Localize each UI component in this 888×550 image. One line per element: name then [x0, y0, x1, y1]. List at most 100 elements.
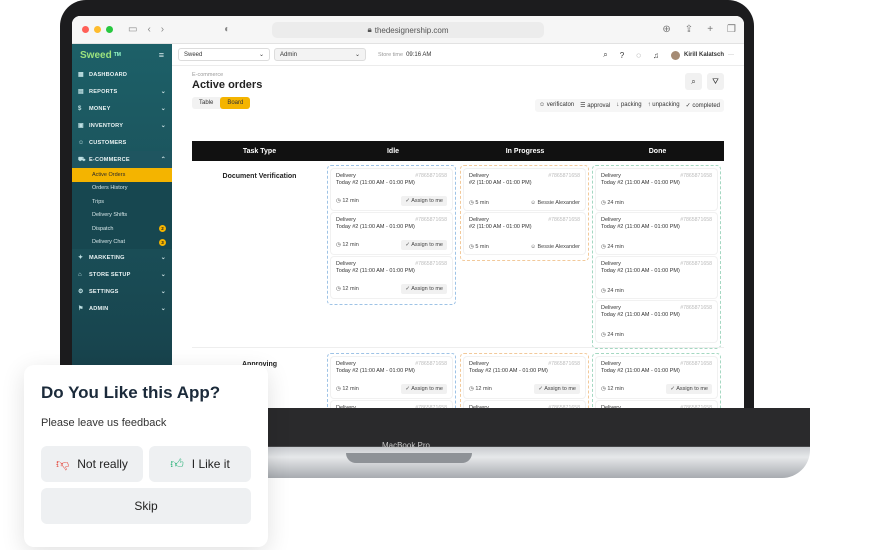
order-id: #7865871658: [680, 217, 712, 223]
cart-icon: ⛟: [78, 156, 86, 163]
legend-item-3[interactable]: ↑ unpacking: [648, 102, 680, 109]
more-icon[interactable]: ···: [728, 52, 734, 58]
sidebar-item-e-commerce[interactable]: ⛟ E-COMMERCE ⌃: [72, 151, 172, 168]
chevron-down-icon: ⌄: [160, 306, 166, 312]
action-label: Assign to me: [411, 286, 443, 292]
order-id: #7865871658: [548, 217, 580, 223]
help-icon[interactable]: ?: [620, 51, 624, 60]
assign-to-me-button[interactable]: ✓ Assign to me: [534, 384, 580, 394]
eta-value: 12 min: [607, 386, 624, 392]
sidebar-item-label: DASHBOARD: [89, 71, 128, 78]
order-card[interactable]: Delivery #7865871658 #2 (11:00 AM - 01:00 …: [464, 213, 585, 254]
sidebar-item-customers[interactable]: ☺ CUSTOMERS: [72, 134, 172, 151]
row-divider: [192, 347, 724, 348]
order-id: #7865871658: [415, 173, 447, 179]
address-bar[interactable]: 🔒︎ thedesignership.com: [272, 22, 544, 38]
sidebar-item-inventory[interactable]: ▣ INVENTORY ⌄: [72, 117, 172, 134]
close-window-button[interactable]: [82, 26, 89, 33]
sidebar-item-reports[interactable]: ▤ REPORTS ⌄: [72, 83, 172, 100]
card-footer: ◷ 12 min ✓ Assign to me: [336, 240, 447, 250]
assign-to-me-button[interactable]: ✓ Assign to me: [401, 196, 447, 206]
order-card[interactable]: Delivery#7865871658Today #2 (11:00 AM - …: [331, 169, 452, 210]
lock-icon: 🔒︎: [367, 25, 372, 34]
order-card[interactable]: Delivery#7865871658Today #2 (11:00 AM - …: [596, 213, 717, 254]
role-select[interactable]: Admin ⌄: [274, 48, 366, 61]
row-label: Document Verification: [222, 173, 297, 180]
skip-button[interactable]: Skip: [41, 488, 251, 524]
order-card[interactable]: Delivery#7865871658Today #2 (11:00 AM - …: [464, 357, 585, 398]
order-card[interactable]: Delivery#7865871658Today #2 (11:00 AM - …: [331, 357, 452, 398]
assign-to-me-button[interactable]: ✓ Assign to me: [401, 384, 447, 394]
sidebar-item-store-setup[interactable]: ⌂ STORE SETUP ⌄: [72, 266, 172, 283]
order-card[interactable]: Delivery#7865871658Today #2 (11:00 AM - …: [331, 401, 452, 408]
eta: ◷ 24 min: [601, 288, 624, 294]
sidebar-item-admin[interactable]: ⚑ ADMIN ⌄: [72, 300, 172, 317]
sidebar-toggle-icon[interactable]: ▭: [128, 24, 137, 35]
share-icon[interactable]: ⇪: [685, 24, 693, 35]
sidebar-item-money[interactable]: $ MONEY ⌄: [72, 100, 172, 117]
chevron-down-icon: ⌄: [354, 52, 360, 58]
sidebar-subitem-dispatch[interactable]: Dispatch 2: [72, 222, 172, 236]
forward-icon[interactable]: ›: [161, 24, 164, 35]
sidebar-item-label: MONEY: [89, 105, 111, 112]
back-icon[interactable]: ‹: [147, 24, 150, 35]
search-icon[interactable]: ⌕: [685, 73, 702, 90]
legend-item-2[interactable]: ↓ packing: [616, 102, 641, 109]
like-it-button[interactable]: 👍︎ I Like it: [149, 446, 251, 482]
sidebar-subitem-orders-history[interactable]: Orders History: [72, 181, 172, 195]
chevron-down-icon: ⌄: [258, 52, 264, 58]
legend-item-1[interactable]: ☰ approval: [580, 102, 610, 109]
breadcrumb[interactable]: E-commerce: [192, 72, 724, 78]
legend-item-4[interactable]: ✓ completed: [686, 102, 720, 109]
user-menu[interactable]: Kirill Kalatsch ···: [670, 50, 734, 60]
not-really-label: Not really: [77, 457, 128, 471]
order-card[interactable]: Delivery#7865871658Today #2 (11:00 AM - …: [331, 213, 452, 254]
download-icon[interactable]: ⊕: [662, 24, 670, 35]
order-card[interactable]: Delivery#7865871658Today #2 (11:00 AM - …: [464, 401, 585, 408]
view-table-button[interactable]: Table: [192, 97, 220, 109]
order-time-slot: #2 (11:00 AM - 01:00 PM): [469, 180, 532, 186]
tabs-icon[interactable]: ❐: [727, 24, 736, 35]
maximize-window-button[interactable]: [106, 26, 113, 33]
bell-icon[interactable]: ♫: [653, 51, 659, 60]
order-card[interactable]: Delivery#7865871658Today #2 (11:00 AM - …: [596, 169, 717, 210]
sidebar-item-label: STORE SETUP: [89, 271, 131, 278]
sidebar-item-dashboard[interactable]: ▦ DASHBOARD: [72, 66, 172, 83]
order-card[interactable]: Delivery#7865871658Today #2 (11:00 AM - …: [596, 257, 717, 298]
sidebar-subitem-trips[interactable]: Trips: [72, 195, 172, 209]
search-icon[interactable]: ⌕: [603, 50, 607, 60]
assign-to-me-button[interactable]: ✓ Assign to me: [401, 240, 447, 250]
lane-idle: Delivery #7865871658 Today #2 (11:00 AM - …: [327, 165, 456, 305]
order-card[interactable]: Delivery#7865871658Today #2 (11:00 AM - …: [596, 401, 717, 408]
eta-value: 24 min: [607, 244, 624, 250]
column-header-done: Done: [648, 147, 667, 155]
chat-icon[interactable]: ◌: [636, 51, 641, 60]
order-card[interactable]: Delivery#7865871658Today #2 (11:00 AM - …: [331, 257, 452, 298]
store-select[interactable]: Sweed ⌄: [178, 48, 270, 61]
order-card[interactable]: Delivery#7865871658Today #2 (11:00 AM - …: [596, 357, 717, 398]
assignee: ☺ Bessie Alexander: [530, 244, 580, 250]
assign-to-me-button[interactable]: ✓ Assign to me: [401, 284, 447, 294]
order-id: #7865871658: [415, 261, 447, 267]
sidebar-item-marketing[interactable]: ✦ MARKETING ⌄: [72, 249, 172, 266]
shield-icon[interactable]: ◐: [224, 24, 230, 35]
new-tab-icon[interactable]: +: [707, 24, 713, 35]
filter-icon[interactable]: ⛛: [707, 73, 724, 90]
order-card[interactable]: Delivery#7865871658Today #2 (11:00 AM - …: [596, 301, 717, 342]
view-board-button[interactable]: Board: [220, 97, 251, 109]
order-card[interactable]: Delivery #7865871658 #2 (11:00 AM - 01:00 …: [464, 169, 585, 210]
eta: ◷ 24 min: [601, 200, 624, 206]
sidebar-subitem-active-orders[interactable]: Active Orders: [72, 168, 172, 182]
menu-icon[interactable]: ≡: [159, 50, 164, 60]
assign-to-me-button[interactable]: ✓ Assign to me: [666, 384, 712, 394]
minimize-window-button[interactable]: [94, 26, 101, 33]
brand-logo[interactable]: Sweed TM ≡: [72, 44, 172, 66]
sidebar-subitem-delivery-chat[interactable]: Delivery Chat 3: [72, 235, 172, 249]
user-check-icon: ☺: [539, 102, 547, 108]
card-footer: ◷ 12 min ✓ Assign to me: [336, 384, 447, 394]
legend-item-0[interactable]: ☺ verificaton: [539, 102, 574, 109]
thumbs-down-icon: 👎︎: [56, 456, 70, 471]
sidebar-item-settings[interactable]: ⚙ SETTINGS ⌄: [72, 283, 172, 300]
not-really-button[interactable]: 👎︎ Not really: [41, 446, 143, 482]
sidebar-subitem-delivery-shifts[interactable]: Delivery Shifts: [72, 208, 172, 222]
